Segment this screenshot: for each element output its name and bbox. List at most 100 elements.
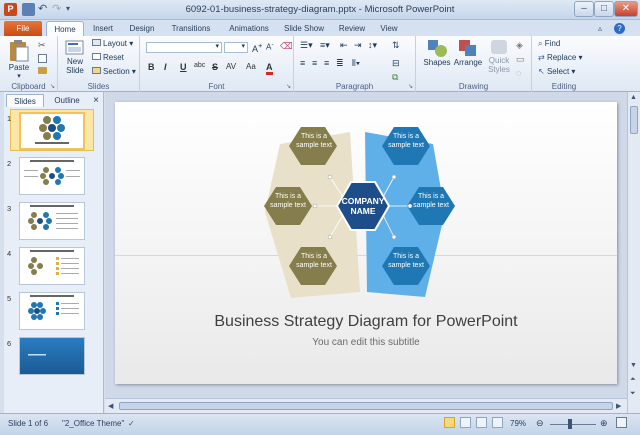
increase-indent-icon[interactable]: ⇥ bbox=[354, 40, 362, 51]
strikethrough-button[interactable]: S bbox=[212, 62, 218, 72]
character-spacing-button[interactable]: AV bbox=[226, 62, 236, 71]
slide-show-icon[interactable] bbox=[492, 417, 503, 428]
font-color-button[interactable]: A bbox=[266, 62, 273, 75]
align-text-icon[interactable]: ⊟ bbox=[392, 58, 400, 69]
thumbnail-1-diagram-icon bbox=[35, 116, 69, 144]
tab-outline[interactable]: Outline bbox=[48, 94, 86, 107]
tab-file[interactable]: File bbox=[4, 21, 42, 36]
shadow-button[interactable]: abc bbox=[194, 62, 205, 69]
tab-slides[interactable]: Slides bbox=[6, 94, 44, 107]
help-icon[interactable]: ? bbox=[614, 23, 625, 34]
slide-thumbnail-2[interactable] bbox=[19, 157, 85, 195]
new-slide-button[interactable]: New Slide bbox=[62, 39, 88, 75]
vertical-scrollbar[interactable]: ▲ ▼ ⏶ ⏷ bbox=[627, 92, 640, 413]
quick-styles-button[interactable]: Quick Styles bbox=[484, 38, 514, 74]
clear-formatting-icon[interactable]: ⌫ bbox=[280, 41, 293, 52]
maximize-button[interactable]: □ bbox=[594, 1, 614, 17]
font-dialog-launcher-icon[interactable]: ↘ bbox=[286, 83, 291, 90]
italic-button[interactable]: I bbox=[164, 62, 167, 72]
align-left-icon[interactable]: ≡ bbox=[300, 58, 305, 68]
tab-insert[interactable]: Insert bbox=[86, 21, 120, 36]
theme-name: "2_Office Theme" bbox=[62, 419, 125, 428]
align-center-icon[interactable]: ≡ bbox=[312, 58, 317, 68]
replace-button[interactable]: ⇄ Replace ▾ bbox=[538, 53, 583, 62]
redo-icon[interactable]: ↷ bbox=[52, 3, 65, 16]
shape-outline-icon[interactable]: ▭ bbox=[516, 54, 525, 65]
zoom-level[interactable]: 79% bbox=[510, 419, 526, 428]
grow-font-icon[interactable]: A+ bbox=[252, 41, 262, 54]
arrange-button[interactable]: Arrange bbox=[452, 38, 484, 67]
scroll-right-icon[interactable]: ▶ bbox=[616, 402, 621, 410]
change-case-button[interactable]: Aa bbox=[246, 62, 256, 71]
align-right-icon[interactable]: ≡ bbox=[324, 58, 329, 68]
zoom-slider-thumb[interactable] bbox=[568, 419, 572, 429]
previous-slide-icon[interactable]: ⏶ bbox=[630, 376, 636, 384]
scroll-up-icon[interactable]: ▲ bbox=[630, 94, 637, 101]
shape-fill-icon[interactable]: ◈ bbox=[516, 40, 523, 51]
font-size-combo[interactable]: ▾ bbox=[224, 42, 248, 53]
scroll-thumb-horizontal[interactable] bbox=[119, 402, 613, 410]
fit-slide-icon[interactable] bbox=[616, 417, 627, 428]
slide-thumbnail-6[interactable] bbox=[19, 337, 85, 375]
decrease-indent-icon[interactable]: ⇤ bbox=[340, 40, 348, 51]
customize-qat-icon[interactable]: ▾ bbox=[66, 3, 79, 16]
slide-thumbnail-1[interactable] bbox=[19, 112, 85, 150]
slide-sorter-icon[interactable] bbox=[460, 417, 471, 428]
clipboard-dialog-launcher-icon[interactable]: ↘ bbox=[50, 83, 55, 90]
bold-button[interactable]: B bbox=[148, 62, 155, 72]
tab-view[interactable]: View bbox=[374, 21, 404, 36]
copy-icon[interactable] bbox=[38, 54, 47, 63]
next-slide-icon[interactable]: ⏷ bbox=[630, 390, 636, 398]
select-button[interactable]: ↖ Select ▾ bbox=[538, 67, 575, 76]
justify-icon[interactable]: ≣ bbox=[336, 58, 344, 69]
slide-canvas[interactable]: COMPANY NAME This is a sample text This … bbox=[115, 102, 617, 384]
close-button[interactable]: ✕ bbox=[614, 1, 638, 17]
powerpoint-logo-icon[interactable]: P bbox=[4, 3, 17, 16]
minimize-button[interactable]: – bbox=[574, 1, 594, 17]
section-button[interactable]: Section ▾ bbox=[92, 67, 136, 76]
shapes-button[interactable]: Shapes bbox=[422, 38, 452, 67]
tab-animations[interactable]: Animations bbox=[222, 21, 276, 36]
scroll-down-icon[interactable]: ▼ bbox=[630, 362, 637, 369]
reset-button[interactable]: Reset bbox=[92, 53, 124, 62]
slide-subtitle[interactable]: You can edit this subtitle bbox=[115, 337, 617, 348]
slide-editor: COMPANY NAME This is a sample text This … bbox=[105, 92, 627, 398]
spell-check-icon[interactable]: ✓ bbox=[128, 419, 135, 428]
zoom-in-icon[interactable]: ⊕ bbox=[600, 418, 608, 429]
numbering-icon[interactable]: ≡▾ bbox=[320, 40, 330, 51]
columns-icon[interactable]: ⫴▾ bbox=[352, 58, 360, 69]
scroll-thumb[interactable] bbox=[630, 106, 638, 134]
paragraph-dialog-launcher-icon[interactable]: ↘ bbox=[408, 83, 413, 90]
font-family-combo[interactable]: ▾ bbox=[146, 42, 222, 53]
shape-effects-icon[interactable]: ◌ bbox=[516, 68, 521, 78]
tab-slide-show[interactable]: Slide Show bbox=[280, 21, 328, 36]
text-direction-icon[interactable]: ⇅ bbox=[392, 40, 400, 51]
zoom-slider[interactable] bbox=[550, 424, 596, 425]
horizontal-scrollbar[interactable]: ◀ ▶ bbox=[105, 398, 627, 413]
line-spacing-icon[interactable]: ↕▾ bbox=[368, 40, 377, 51]
bullets-icon[interactable]: ☰▾ bbox=[300, 40, 313, 51]
scroll-left-icon[interactable]: ◀ bbox=[108, 402, 113, 410]
undo-icon[interactable]: ↶ bbox=[38, 3, 51, 16]
save-icon[interactable] bbox=[22, 3, 35, 16]
minimize-ribbon-icon[interactable]: ▵ bbox=[598, 24, 602, 33]
format-painter-icon[interactable] bbox=[38, 67, 47, 74]
find-button[interactable]: ⌕ Find bbox=[538, 39, 560, 49]
paste-button[interactable]: Paste ▾ bbox=[6, 39, 32, 80]
tab-home[interactable]: Home bbox=[46, 21, 84, 36]
slide-thumbnail-3[interactable] bbox=[19, 202, 85, 240]
cut-icon[interactable]: ✂ bbox=[38, 40, 46, 51]
underline-button[interactable]: U bbox=[180, 62, 187, 72]
close-pane-icon[interactable]: × bbox=[90, 94, 102, 107]
zoom-out-icon[interactable]: ⊖ bbox=[536, 418, 544, 429]
tab-design[interactable]: Design bbox=[124, 21, 160, 36]
tab-review[interactable]: Review bbox=[334, 21, 370, 36]
tab-transitions[interactable]: Transitions bbox=[164, 21, 218, 36]
layout-button[interactable]: Layout ▾ bbox=[92, 39, 133, 48]
normal-view-icon[interactable] bbox=[444, 417, 455, 428]
reading-view-icon[interactable] bbox=[476, 417, 487, 428]
shrink-font-icon[interactable]: A- bbox=[266, 41, 274, 52]
slide-thumbnail-5[interactable] bbox=[19, 292, 85, 330]
slide-title[interactable]: Business Strategy Diagram for PowerPoint bbox=[115, 313, 617, 331]
slide-thumbnail-4[interactable] bbox=[19, 247, 85, 285]
